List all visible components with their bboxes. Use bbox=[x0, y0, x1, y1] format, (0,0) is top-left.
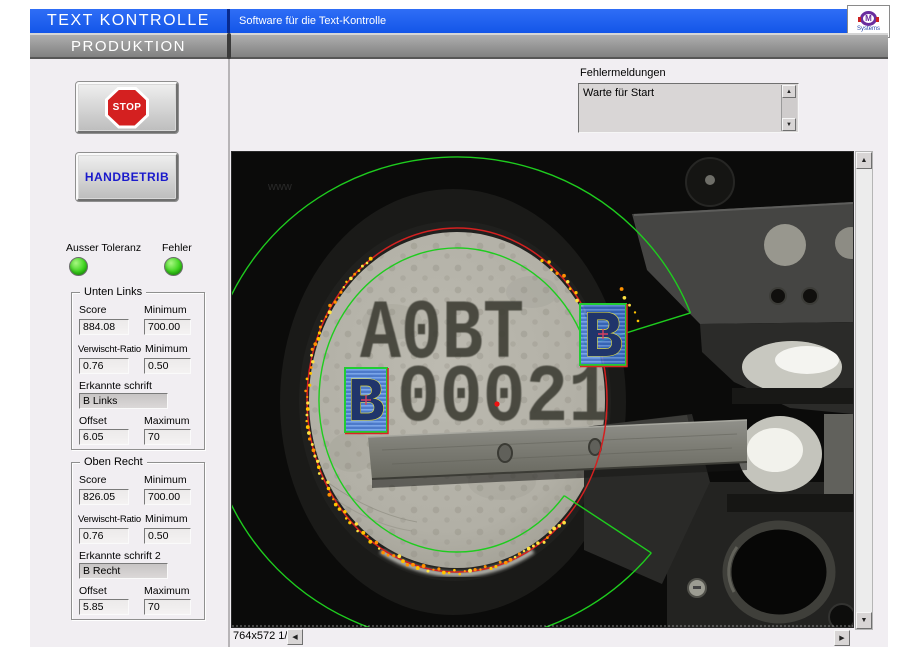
score-value: 884.08 bbox=[79, 319, 129, 335]
scroll-up-icon[interactable]: ▲ bbox=[782, 85, 796, 98]
fehlermeldungen-label: Fehlermeldungen bbox=[580, 67, 666, 79]
maximum-value: 70 bbox=[144, 599, 191, 615]
schrift-label: Erkannte schrift bbox=[79, 380, 152, 392]
maximum-label: Maximum bbox=[144, 415, 190, 427]
offset-value: 5.85 bbox=[79, 599, 129, 615]
ratio-min-value: 0.50 bbox=[144, 528, 191, 544]
image-size-status: 764x572 1/1 bbox=[233, 630, 294, 642]
scroll-down-icon[interactable]: ▼ bbox=[782, 118, 796, 131]
tab-produktion[interactable]: PRODUKTION bbox=[30, 38, 227, 55]
ratio-min-label: Minimum bbox=[145, 513, 188, 525]
score-label: Score bbox=[79, 474, 106, 486]
score-value: 826.05 bbox=[79, 489, 129, 505]
ratio-value: 0.76 bbox=[79, 528, 129, 544]
message-text: Warte für Start bbox=[583, 87, 654, 99]
tab-divider bbox=[227, 33, 231, 59]
group-title: Oben Recht bbox=[80, 456, 147, 468]
image-vertical-scrollbar[interactable]: ▲ ▼ bbox=[855, 151, 873, 630]
camera-image-display: A0BT 00021 bbox=[231, 151, 854, 628]
handbetrieb-label: HANDBETRIB bbox=[85, 170, 169, 184]
minimum-label: Minimum bbox=[144, 304, 187, 316]
stop-label: STOP bbox=[113, 102, 142, 113]
fehlermeldungen-box[interactable]: Warte für Start ▲ ▼ bbox=[578, 83, 799, 133]
center-marker-dot bbox=[494, 401, 499, 406]
message-scrollbar[interactable]: ▲ ▼ bbox=[781, 85, 797, 131]
ratio-min-value: 0.50 bbox=[144, 358, 191, 374]
scroll-right-icon[interactable]: ▶ bbox=[834, 630, 850, 646]
ratio-min-label: Minimum bbox=[145, 343, 188, 355]
offset-value: 6.05 bbox=[79, 429, 129, 445]
logo-ring-icon: M bbox=[860, 11, 877, 26]
handbetrieb-button[interactable]: HANDBETRIB bbox=[76, 153, 178, 201]
match-box-left: B bbox=[345, 368, 388, 439]
ausser-toleranz-label: Ausser Toleranz bbox=[66, 242, 141, 254]
scroll-down-icon[interactable]: ▼ bbox=[856, 612, 872, 629]
minimum-value: 700.00 bbox=[144, 489, 191, 505]
minimum-value: 700.00 bbox=[144, 319, 191, 335]
scroll-up-icon[interactable]: ▲ bbox=[856, 152, 872, 169]
offset-label: Offset bbox=[79, 585, 107, 597]
score-label: Score bbox=[79, 304, 106, 316]
group-oben-recht: Oben Recht Score Minimum 826.05 700.00 V… bbox=[71, 462, 205, 620]
ratio-value: 0.76 bbox=[79, 358, 129, 374]
scroll-left-icon[interactable]: ◀ bbox=[287, 629, 303, 645]
panel-divider bbox=[228, 59, 230, 647]
schrift-value: B Links bbox=[79, 393, 168, 409]
offset-label: Offset bbox=[79, 415, 107, 427]
tab-bar: PRODUKTION bbox=[30, 33, 888, 59]
schrift-value: B Recht bbox=[79, 563, 168, 579]
ausser-toleranz-led bbox=[69, 257, 88, 276]
app-title: TEXT KONTROLLE bbox=[30, 12, 227, 30]
fehler-led bbox=[164, 257, 183, 276]
logo-caption: Systems bbox=[857, 26, 880, 33]
fehler-label: Fehler bbox=[162, 242, 192, 254]
stop-sign-icon: STOP bbox=[105, 87, 149, 129]
group-unten-links: Unten Links Score Minimum 884.08 700.00 … bbox=[71, 292, 205, 450]
app-window: TEXT KONTROLLE Software für die Text-Kon… bbox=[0, 0, 900, 650]
group-title: Unten Links bbox=[80, 286, 146, 298]
schrift-label: Erkannte schrift 2 bbox=[79, 550, 161, 562]
ratio-label: Verwischt-Ratio bbox=[78, 514, 141, 525]
maximum-value: 70 bbox=[144, 429, 191, 445]
minimum-label: Minimum bbox=[144, 474, 187, 486]
stop-button[interactable]: STOP bbox=[76, 82, 178, 133]
match-box-right: B bbox=[580, 301, 627, 376]
app-subtitle: Software für die Text-Kontrolle bbox=[230, 15, 386, 27]
title-bar: TEXT KONTROLLE Software für die Text-Kon… bbox=[30, 9, 847, 33]
camera-image: A0BT 00021 bbox=[232, 152, 853, 627]
maximum-label: Maximum bbox=[144, 585, 190, 597]
image-watermark: www bbox=[267, 181, 292, 193]
ratio-label: Verwischt-Ratio bbox=[78, 344, 141, 355]
